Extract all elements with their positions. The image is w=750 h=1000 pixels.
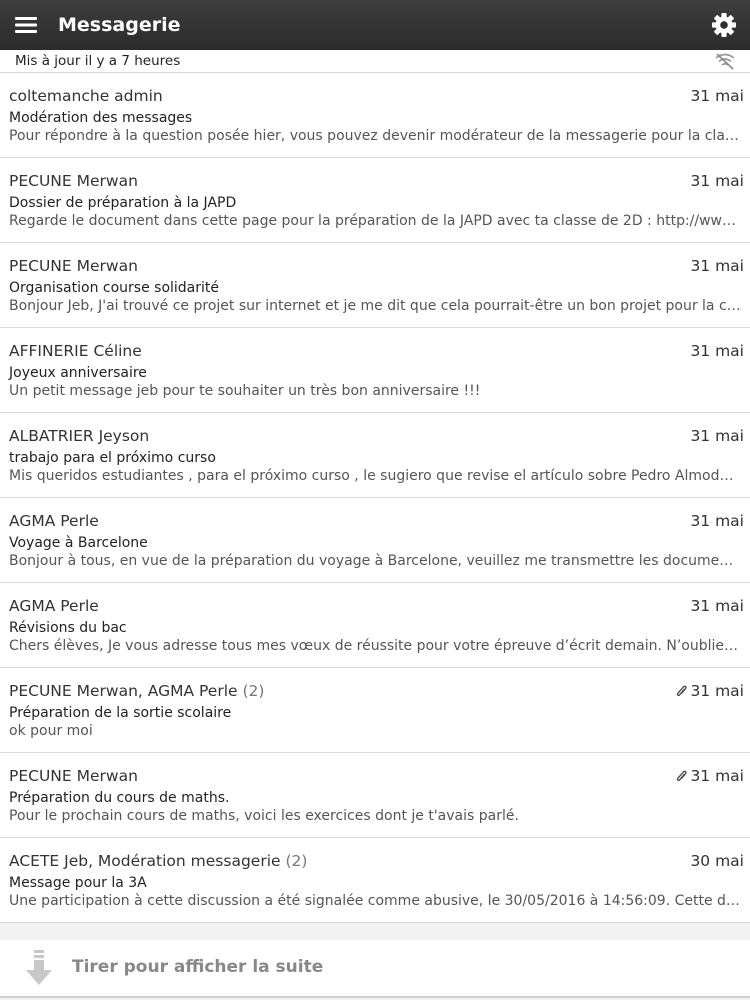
message-date: 31 mai <box>690 172 744 190</box>
date-label: 31 mai <box>690 257 744 275</box>
message-sender: PECUNE Merwan <box>9 257 138 275</box>
page-title: Messagerie <box>58 14 181 36</box>
message-sender: coltemanche admin <box>9 87 163 105</box>
message-date: 31 mai <box>690 257 744 275</box>
date-label: 31 mai <box>690 767 744 785</box>
message-preview: Une participation à cette discussion a é… <box>9 893 741 909</box>
message-subject: Voyage à Barcelone <box>9 535 148 551</box>
message-subject: Préparation de la sortie scolaire <box>9 705 232 721</box>
load-more-bar[interactable]: Tirer pour afficher la suite <box>0 940 750 998</box>
message-row[interactable]: PECUNE Merwan 31 mai Préparation du cours … <box>0 753 750 838</box>
message-date: 31 mai <box>676 767 744 785</box>
sender-name: ALBATRIER Jeyson <box>9 427 150 445</box>
message-date: 31 mai <box>690 427 744 445</box>
message-preview: Pour le prochain cours de maths, voici l… <box>9 808 519 824</box>
message-subject: Organisation course solidarité <box>9 280 219 296</box>
message-sender: AFFINERIE Céline <box>9 342 142 360</box>
message-row[interactable]: AFFINERIE Céline 31 mai Joyeux anniversair… <box>0 328 750 413</box>
sender-name: PECUNE Merwan <box>9 767 138 785</box>
sender-name: AFFINERIE Céline <box>9 342 142 360</box>
date-label: 31 mai <box>690 512 744 530</box>
sender-name: PECUNE Merwan <box>9 257 138 275</box>
message-sender: PECUNE Merwan, AGMA Perle (2) <box>9 682 264 700</box>
sync-status-bar: Mis à jour il y a 7 heures <box>0 50 750 73</box>
message-preview: ok pour moi <box>9 723 93 739</box>
message-list: coltemanche admin 31 mai Modération des me… <box>0 73 750 923</box>
paperclip-icon <box>677 685 688 696</box>
message-sender: PECUNE Merwan <box>9 767 138 785</box>
date-label: 31 mai <box>690 87 744 105</box>
message-subject: Révisions du bac <box>9 620 127 636</box>
date-label: 31 mai <box>690 682 744 700</box>
message-sender: ALBATRIER Jeyson <box>9 427 149 445</box>
last-update-text: Mis à jour il y a 7 heures <box>15 53 181 69</box>
message-date: 31 mai <box>676 682 744 700</box>
date-label: 31 mai <box>690 597 744 615</box>
message-date: 30 mai <box>690 852 744 870</box>
message-row[interactable]: AGMA Perle 31 mai Révisions du bac Chers él… <box>0 583 750 668</box>
message-row[interactable]: coltemanche admin 31 mai Modération des me… <box>0 73 750 158</box>
load-more-label: Tirer pour afficher la suite <box>72 957 324 977</box>
message-preview: Mis queridos estudiantes , para el próxi… <box>9 468 741 484</box>
message-date: 31 mai <box>690 597 744 615</box>
menu-button[interactable] <box>0 0 52 50</box>
sender-name: ACETE Jeb, Modération messagerie <box>9 852 281 870</box>
message-sender: AGMA Perle <box>9 597 99 615</box>
gear-icon <box>712 13 736 37</box>
paperclip-icon <box>677 770 688 781</box>
date-label: 30 mai <box>690 852 744 870</box>
message-row[interactable]: PECUNE Merwan 31 mai Organisation course s… <box>0 243 750 328</box>
sender-name: AGMA Perle <box>9 597 99 615</box>
settings-button[interactable] <box>710 11 738 39</box>
sender-name: PECUNE Merwan, AGMA Perle <box>9 682 238 700</box>
participant-count: (2) <box>242 682 265 700</box>
message-preview: Bonjour Jeb, J'ai trouvé ce projet sur i… <box>9 298 741 314</box>
message-row[interactable]: ACETE Jeb, Modération messagerie (2) 30 m… <box>0 838 750 923</box>
date-label: 31 mai <box>690 342 744 360</box>
message-preview: Chers élèves, Je vous adresse tous mes v… <box>9 638 741 654</box>
message-row[interactable]: PECUNE Merwan 31 mai Dossier de préparatio… <box>0 158 750 243</box>
message-date: 31 mai <box>690 342 744 360</box>
message-subject: trabajo para el próximo curso <box>9 450 216 466</box>
participant-count: (2) <box>285 852 308 870</box>
hamburger-icon <box>15 17 37 33</box>
sender-name: AGMA Perle <box>9 512 99 530</box>
no-connection-icon <box>715 53 735 70</box>
pull-down-arrow-icon <box>26 950 52 985</box>
message-subject: Préparation du cours de maths. <box>9 790 230 806</box>
message-preview: Regarde le document dans cette page pour… <box>9 213 741 229</box>
message-row[interactable]: ALBATRIER Jeyson 31 mai trabajo para el pr… <box>0 413 750 498</box>
message-subject: Message pour la 3A <box>9 875 147 891</box>
message-preview: Bonjour à tous, en vue de la préparation… <box>9 553 741 569</box>
sender-name: PECUNE Merwan <box>9 172 138 190</box>
app-header: Messagerie <box>0 0 750 50</box>
message-date: 31 mai <box>690 512 744 530</box>
sender-name: coltemanche admin <box>9 87 163 105</box>
message-sender: PECUNE Merwan <box>9 172 138 190</box>
message-row[interactable]: PECUNE Merwan, AGMA Perle (2) 31 mai Prépa… <box>0 668 750 753</box>
message-subject: Modération des messages <box>9 110 193 126</box>
message-subject: Joyeux anniversaire <box>9 365 147 381</box>
date-label: 31 mai <box>690 427 744 445</box>
message-preview: Un petit message jeb pour te souhaiter u… <box>9 383 481 399</box>
message-row[interactable]: AGMA Perle 31 mai Voyage à Barcelone Bonjou… <box>0 498 750 583</box>
message-sender: ACETE Jeb, Modération messagerie (2) <box>9 852 307 870</box>
date-label: 31 mai <box>690 172 744 190</box>
message-preview: Pour répondre à la question posée hier, … <box>9 128 741 144</box>
message-sender: AGMA Perle <box>9 512 99 530</box>
message-date: 31 mai <box>690 87 744 105</box>
message-subject: Dossier de préparation à la JAPD <box>9 195 237 211</box>
